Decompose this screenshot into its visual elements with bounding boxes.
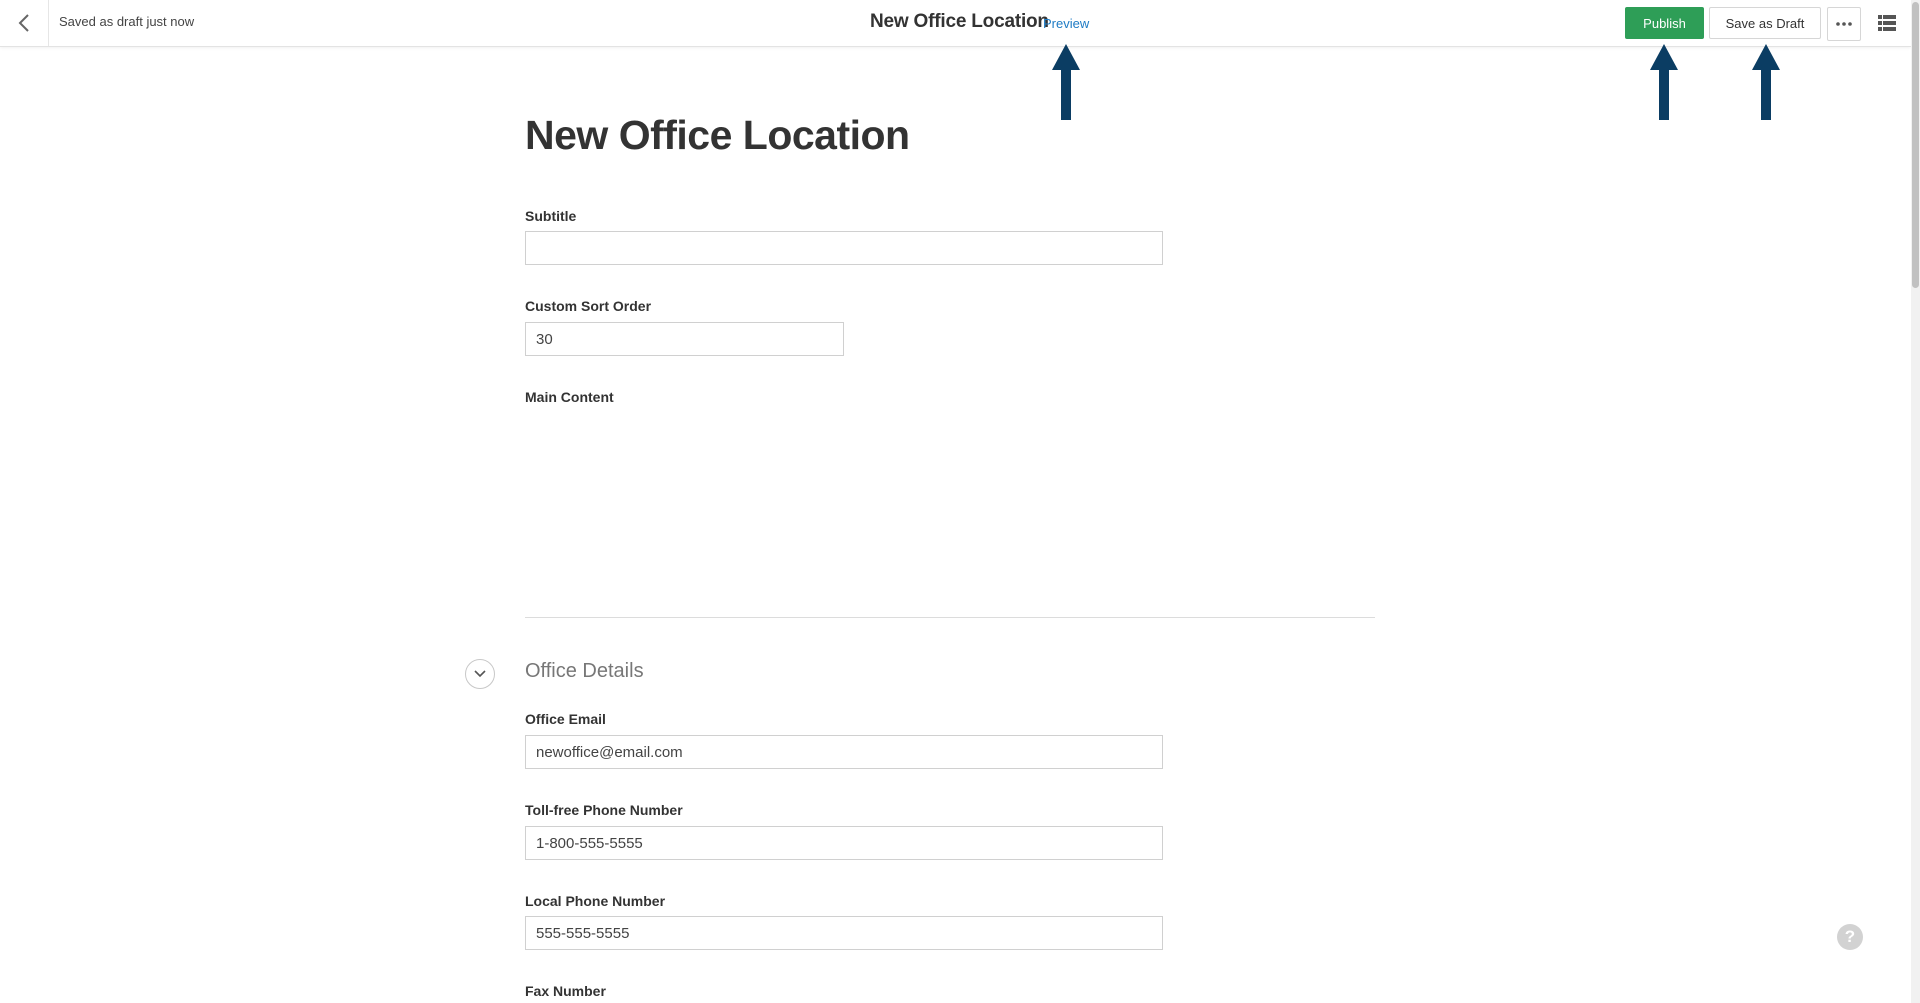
main-content-label: Main Content (525, 389, 614, 405)
top-bar: Saved as draft just now New Office Locat… (0, 0, 1911, 47)
back-button[interactable] (0, 0, 49, 46)
arrow-up-icon (1052, 44, 1080, 120)
section-divider (525, 617, 1375, 618)
collapse-section-button[interactable] (465, 659, 495, 689)
office-email-label: Office Email (525, 711, 606, 727)
local-phone-label: Local Phone Number (525, 893, 666, 909)
office-details-heading: Office Details (525, 660, 644, 682)
tollfree-phone-label: Toll-free Phone Number (525, 802, 683, 818)
header-title: New Office Location (870, 11, 1049, 32)
fax-number-label: Fax Number (525, 983, 606, 999)
tollfree-phone-input[interactable] (525, 826, 1163, 860)
custom-sort-order-input[interactable] (525, 322, 844, 356)
arrow-up-icon (1752, 44, 1780, 120)
custom-sort-order-label: Custom Sort Order (525, 298, 652, 314)
help-button[interactable]: ? (1837, 924, 1863, 950)
arrow-up-icon (1650, 44, 1678, 120)
chevron-left-icon (18, 14, 29, 32)
list-view-button[interactable] (1874, 10, 1900, 36)
subtitle-label: Subtitle (525, 208, 577, 224)
chevron-down-icon (474, 670, 486, 678)
office-email-input[interactable] (525, 735, 1163, 769)
more-options-button[interactable] (1827, 7, 1861, 41)
main-content-editor[interactable] (525, 412, 1375, 602)
subtitle-input[interactable] (525, 231, 1163, 265)
save-as-draft-button[interactable]: Save as Draft (1709, 7, 1821, 39)
page-title: New Office Location (525, 112, 910, 158)
save-status: Saved as draft just now (59, 14, 195, 29)
preview-link[interactable]: Preview (1043, 16, 1089, 31)
publish-button[interactable]: Publish (1625, 7, 1704, 39)
ellipsis-icon (1836, 22, 1852, 26)
scrollbar-thumb[interactable] (1912, 2, 1919, 288)
list-view-icon (1878, 15, 1896, 31)
local-phone-input[interactable] (525, 916, 1163, 950)
